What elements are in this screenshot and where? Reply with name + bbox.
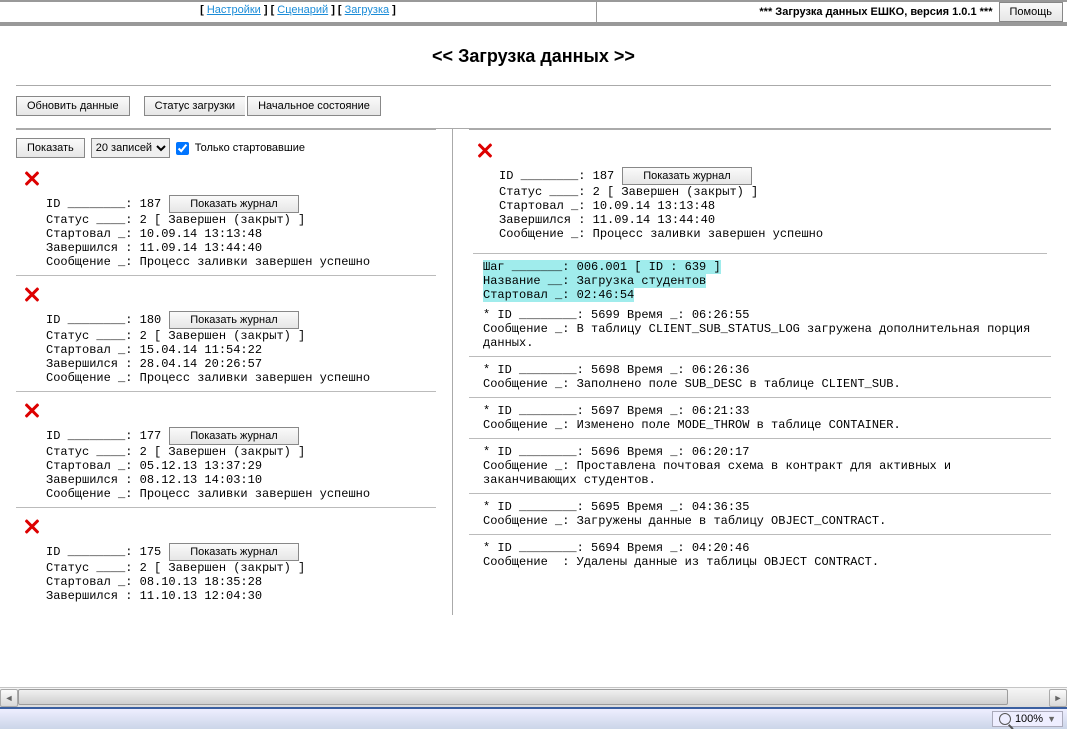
left-column: Показать 20 записей Только стартовавшие …	[16, 129, 436, 615]
close-icon[interactable]	[22, 516, 42, 536]
run-block: ID ________: 180Показать журналСтатус __…	[16, 309, 436, 392]
nav-load[interactable]: Загрузка	[345, 4, 389, 16]
step-header: Шаг _______: 006.001 [ ID : 639 ] Назван…	[469, 260, 1051, 302]
log-entry: * ID ________: 5696 Время _: 06:20:17 Со…	[469, 439, 1051, 494]
horizontal-scrollbar[interactable]: ◄ ►	[0, 687, 1067, 707]
close-icon[interactable]	[22, 284, 42, 304]
log-entry: * ID ________: 5695 Время _: 04:36:35 Со…	[469, 494, 1051, 535]
statusbar: 100% ▼	[0, 707, 1067, 729]
tabs: Обновить данные Статус загрузки Начально…	[0, 86, 1067, 128]
log-entry: * ID ________: 5698 Время _: 06:26:36 Со…	[469, 357, 1051, 398]
topbar-left: [ Настройки ] [ Сценарий ] [ Загрузка ]	[0, 0, 597, 24]
log-entry: * ID ________: 5697 Время _: 06:21:33 Со…	[469, 398, 1051, 439]
close-icon[interactable]	[22, 400, 42, 420]
only-started-checkbox[interactable]	[176, 142, 189, 155]
scroll-right-icon[interactable]: ►	[1049, 689, 1067, 707]
only-started-label: Только стартовавшие	[195, 142, 305, 154]
log-entry: * ID ________: 5699 Время _: 06:26:55 Со…	[469, 302, 1051, 357]
log-entry: * ID ________: 5694 Время _: 04:20:46 Со…	[469, 535, 1051, 575]
scroll-left-icon[interactable]: ◄	[0, 689, 18, 707]
nav-settings[interactable]: Настройки	[207, 4, 261, 16]
topbar-right: *** Загрузка данных ЕШКО, версия 1.0.1 *…	[597, 0, 1067, 24]
records-select[interactable]: 20 записей	[91, 138, 170, 158]
zoom-value: 100%	[1015, 713, 1043, 725]
close-icon[interactable]	[22, 168, 42, 188]
topbar: [ Настройки ] [ Сценарий ] [ Загрузка ] …	[0, 0, 1067, 26]
right-column: ID ________: 187Показать журналСтатус __…	[469, 129, 1051, 615]
zoom-icon	[999, 713, 1011, 725]
nav-scenario[interactable]: Сценарий	[277, 4, 328, 16]
show-journal-button[interactable]: Показать журнал	[169, 427, 298, 445]
help-button[interactable]: Помощь	[999, 2, 1064, 22]
refresh-button[interactable]: Обновить данные	[16, 96, 130, 116]
close-icon[interactable]	[475, 140, 495, 160]
app-title: *** Загрузка данных ЕШКО, версия 1.0.1 *…	[759, 6, 992, 18]
show-journal-button[interactable]: Показать журнал	[169, 311, 298, 329]
zoom-control[interactable]: 100% ▼	[992, 711, 1063, 727]
run-block: ID ________: 177Показать журналСтатус __…	[16, 425, 436, 508]
show-journal-button[interactable]: Показать журнал	[169, 195, 298, 213]
show-button[interactable]: Показать	[16, 138, 85, 158]
show-journal-button[interactable]: Показать журнал	[169, 543, 298, 561]
page-title: << Загрузка данных >>	[0, 26, 1067, 85]
run-block: ID ________: 187Показать журналСтатус __…	[16, 193, 436, 276]
tab-status[interactable]: Статус загрузки	[144, 96, 246, 116]
tab-initial[interactable]: Начальное состояние	[247, 96, 381, 116]
run-block: ID ________: 175Показать журналСтатус __…	[16, 541, 436, 609]
show-journal-button[interactable]: Показать журнал	[622, 167, 751, 185]
